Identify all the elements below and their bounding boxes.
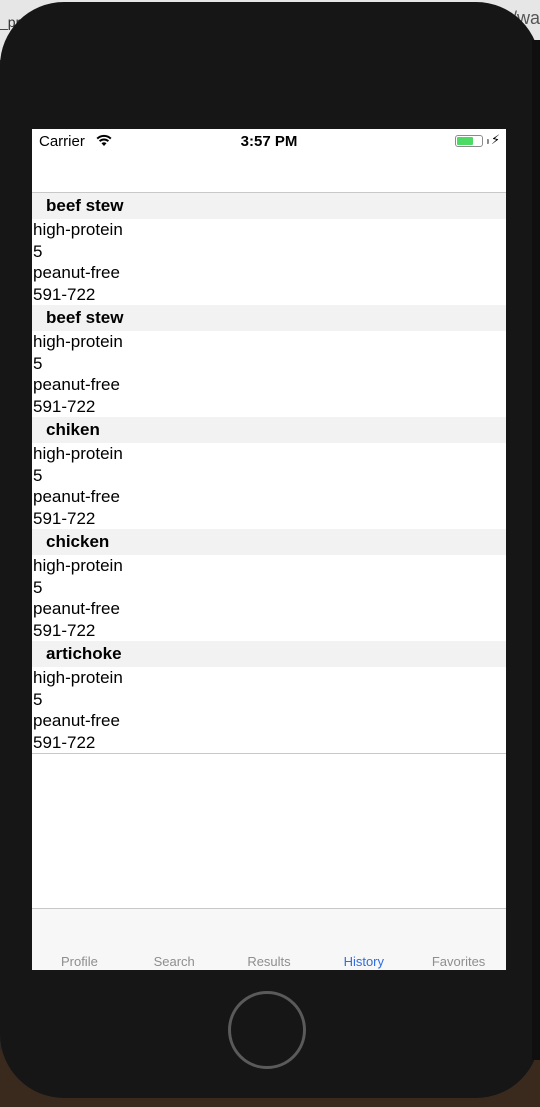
history-item-detail: high-protein — [33, 220, 123, 239]
device-edge — [532, 40, 540, 1060]
battery-level-fill — [457, 137, 473, 145]
device-screen: Carrier 3:57 PM ⚡︎ beef stew high-protein… — [32, 129, 506, 970]
history-item-title[interactable]: artichoke — [32, 641, 506, 667]
tab-bar: Profile Search Results History Favorites — [32, 908, 506, 970]
history-item-detail: 591-722 — [33, 284, 96, 304]
history-item-detail: 5 — [33, 689, 43, 709]
history-item-detail: high-protein — [33, 332, 123, 351]
battery-icon — [455, 135, 483, 147]
tab-favorites[interactable]: Favorites — [411, 954, 506, 969]
tab-history[interactable]: History — [316, 954, 411, 969]
history-item-detail: peanut-free — [33, 711, 120, 730]
status-bar: Carrier 3:57 PM ⚡︎ — [32, 129, 506, 155]
history-item-title[interactable]: beef stew — [32, 193, 506, 219]
navigation-bar — [32, 155, 506, 193]
bolt-icon: ⚡︎ — [491, 132, 501, 147]
history-item-title[interactable]: chiken — [32, 417, 506, 443]
history-item-detail: 591-722 — [33, 396, 96, 416]
history-item-detail: 591-722 — [33, 620, 96, 640]
history-item-detail: peanut-free — [33, 599, 120, 618]
tab-profile[interactable]: Profile — [32, 954, 127, 969]
history-item-detail: 5 — [33, 465, 43, 485]
history-item-title[interactable]: beef stew — [32, 305, 506, 331]
history-item-detail: high-protein — [33, 668, 123, 687]
status-time: 3:57 PM — [240, 133, 298, 150]
history-item-detail: high-protein — [33, 556, 123, 575]
history-list[interactable]: beef stew high-protein 5 peanut-free 591-722… — [32, 193, 506, 754]
history-item-detail: 591-722 — [33, 508, 96, 528]
battery-nub — [487, 139, 489, 144]
history-item-detail: peanut-free — [33, 375, 120, 394]
history-item-detail: peanut-free — [33, 263, 120, 282]
tab-search[interactable]: Search — [127, 954, 222, 969]
history-item-detail: 591-722 — [33, 732, 96, 752]
home-button[interactable] — [228, 991, 306, 1069]
history-item-detail: 5 — [33, 353, 43, 373]
history-item-detail: high-protein — [33, 444, 123, 463]
history-item-detail: 5 — [33, 241, 43, 261]
history-item-title[interactable]: chicken — [32, 529, 506, 555]
tab-results[interactable]: Results — [222, 954, 317, 969]
history-item-detail: peanut-free — [33, 487, 120, 506]
history-item-detail: 5 — [33, 577, 43, 597]
